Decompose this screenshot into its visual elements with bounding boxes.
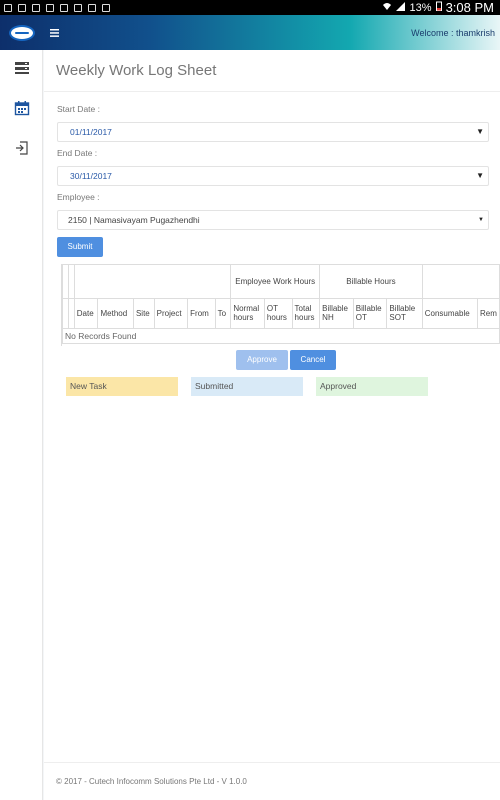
signal-icon	[395, 1, 406, 14]
approve-button[interactable]: Approve	[236, 349, 288, 370]
page-title: Weekly Work Log Sheet	[44, 50, 500, 92]
start-date-label: Start Date :	[57, 104, 100, 114]
logout-icon	[15, 141, 28, 155]
col-consumable[interactable]: Consumable	[421, 297, 479, 329]
welcome-label: Welcome :	[411, 27, 454, 38]
caret-down-icon: ▼	[478, 217, 484, 223]
notification-icons	[0, 3, 110, 12]
col-billable-sot[interactable]: Billable SOT	[386, 297, 423, 329]
usb-icon	[18, 3, 26, 12]
mail-icon	[4, 3, 12, 12]
work-log-table: Employee Work Hours Billable Hours Date …	[62, 263, 500, 344]
table-header-cell	[421, 263, 500, 299]
employee-select[interactable]: 2150 | Namasivayam Pugazhendhi ▼	[57, 210, 489, 230]
menu-toggle-button[interactable]	[50, 25, 64, 40]
end-date-label: End Date :	[57, 148, 98, 158]
filter-form: Start Date : 01/11/2017 ▼ End Date : 30/…	[44, 92, 500, 396]
android-status-bar: 13% 3:08 PM	[0, 0, 500, 15]
employee-value: 2150 | Namasivayam Pugazhendhi	[68, 215, 200, 225]
col-date[interactable]: Date	[73, 297, 99, 329]
wifi-icon	[382, 2, 392, 14]
col-project[interactable]: Project	[153, 297, 189, 329]
table-group-header-row: Employee Work Hours Billable Hours	[62, 263, 500, 299]
col-billable-nh[interactable]: Billable NH	[319, 297, 354, 329]
download-icon	[32, 3, 40, 12]
vpn-icon	[88, 3, 96, 12]
col-from[interactable]: From	[187, 297, 216, 329]
sidebar-item-calendar[interactable]	[0, 88, 43, 128]
table-empty-row: No Records Found	[62, 327, 500, 344]
logo-icon	[9, 24, 35, 41]
hamburger-icon	[50, 29, 59, 37]
col-method[interactable]: Method	[97, 297, 134, 329]
action-buttons: Approve Cancel	[57, 349, 500, 370]
start-date-value: 01/11/2017	[70, 127, 112, 137]
list-icon	[14, 62, 29, 74]
notification-icon	[46, 3, 54, 12]
welcome-message: Welcome : thamkrish	[411, 28, 500, 38]
clock: 3:08 PM	[445, 0, 494, 15]
submit-button[interactable]: Submit	[57, 236, 103, 257]
legend-approved: Approved	[316, 376, 428, 396]
app-icon	[74, 3, 82, 12]
play-icon	[102, 3, 110, 12]
caret-down-icon: ▼	[476, 171, 484, 180]
legend-submitted: Submitted	[191, 376, 303, 396]
sidebar	[0, 50, 43, 800]
group-header-work-hours: Employee Work Hours	[230, 263, 321, 299]
col-billable-ot[interactable]: Billable OT	[352, 297, 388, 329]
group-header-billable: Billable Hours	[319, 263, 423, 299]
col-rem[interactable]: Rem	[477, 297, 500, 329]
no-records-message: No Records Found	[62, 327, 500, 344]
main-content: Weekly Work Log Sheet Start Date : 01/11…	[44, 50, 500, 800]
top-header: Welcome : thamkrish	[0, 15, 500, 50]
start-date-select[interactable]: 01/11/2017 ▼	[57, 122, 489, 142]
battery-percent: 13%	[409, 1, 432, 14]
status-legend: New Task Submitted Approved	[57, 376, 500, 396]
col-normal-hours[interactable]: Normal hours	[230, 297, 265, 329]
end-date-value: 30/11/2017	[70, 171, 112, 181]
footer-text: © 2017 - Cutech Infocomm Solutions Pte L…	[56, 777, 247, 786]
col-site[interactable]: Site	[132, 297, 155, 329]
col-ot-hours[interactable]: OT hours	[263, 297, 293, 329]
calendar-icon	[14, 101, 29, 116]
footer: © 2017 - Cutech Infocomm Solutions Pte L…	[44, 762, 500, 800]
employee-label: Employee :	[57, 192, 100, 202]
legend-new-task: New Task	[66, 376, 178, 396]
cutech-logo[interactable]	[0, 15, 44, 50]
battery-icon	[435, 1, 442, 14]
sidebar-item-dashboard[interactable]	[0, 48, 43, 88]
col-to[interactable]: To	[214, 297, 232, 329]
cancel-button[interactable]: Cancel	[290, 349, 336, 370]
username[interactable]: thamkrish	[456, 28, 495, 38]
image-icon	[60, 3, 68, 12]
caret-down-icon: ▼	[476, 127, 484, 136]
sidebar-item-logout[interactable]	[0, 128, 43, 168]
end-date-select[interactable]: 30/11/2017 ▼	[57, 166, 489, 186]
table-header-cell	[73, 263, 232, 299]
table-column-header-row: Date Method Site Project From To Normal …	[62, 297, 500, 329]
work-log-table-container[interactable]: Employee Work Hours Billable Hours Date …	[61, 263, 500, 346]
col-total-hours[interactable]: Total hours	[291, 297, 321, 329]
